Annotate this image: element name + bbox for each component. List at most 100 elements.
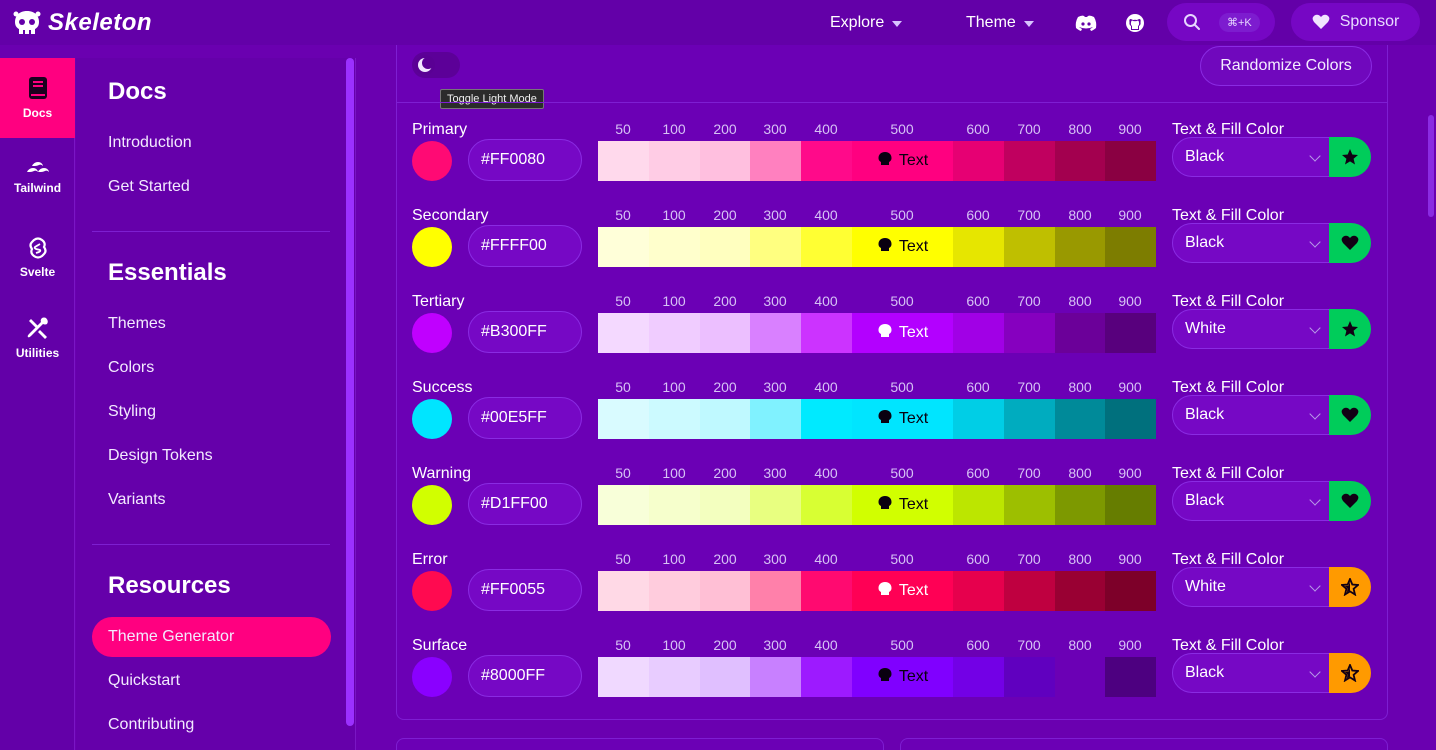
shade-swatch [750, 141, 801, 181]
page-scrollbar[interactable] [1428, 115, 1434, 217]
shade-swatch [1105, 313, 1156, 353]
hex-input[interactable]: #8000FF [468, 655, 582, 697]
shade-swatch [598, 227, 649, 267]
theme-menu[interactable]: Theme [966, 0, 1034, 45]
color-picker-swatch[interactable] [412, 399, 452, 439]
chevron-down-icon [1309, 150, 1321, 162]
hex-input[interactable]: #B300FF [468, 311, 582, 353]
sponsor-button[interactable]: Sponsor [1291, 3, 1420, 41]
explore-menu[interactable]: Explore [830, 0, 903, 45]
shade-label: 50 [615, 637, 631, 653]
fill-color-button[interactable] [1329, 137, 1371, 177]
chevron-down-icon [892, 20, 903, 27]
shade-label: 100 [662, 551, 686, 567]
text-color-select[interactable]: Black [1172, 137, 1330, 177]
shade-label: 200 [713, 551, 737, 567]
fill-color-button[interactable] [1329, 309, 1371, 349]
shade-swatch [1105, 399, 1156, 439]
text-color-select[interactable]: Black [1172, 223, 1330, 263]
shade-swatch [1105, 571, 1156, 611]
chevron-down-icon [1309, 236, 1321, 248]
text-color-select[interactable]: White [1172, 567, 1330, 607]
sample-text: Text [898, 410, 929, 427]
shade-label: 400 [814, 637, 838, 653]
hex-input[interactable]: #FFFF00 [468, 225, 582, 267]
color-row-warning: Warning #D1FF00 50 100 200 300 400 500 600 700 800… [0, 465, 1436, 551]
app-name: Skeleton [48, 8, 153, 36]
shade-swatch [801, 657, 852, 697]
text-color-select[interactable]: White [1172, 309, 1330, 349]
sample-text: Text [898, 238, 929, 255]
shade-swatch [700, 485, 750, 525]
selected-text-color: Black [1185, 664, 1225, 681]
skull-icon [877, 495, 893, 516]
shade-label: 700 [1017, 121, 1041, 137]
shade-swatch [953, 313, 1004, 353]
discord-icon[interactable] [1073, 10, 1099, 36]
shade-label: 800 [1068, 637, 1092, 653]
fill-color-button[interactable] [1329, 653, 1371, 693]
shade-label: 50 [615, 551, 631, 567]
color-row-tertiary: Tertiary #B300FF 50 100 200 300 400 500 600 700 80… [0, 293, 1436, 379]
shade-swatch [598, 485, 649, 525]
selected-text-color: White [1185, 578, 1226, 595]
text-color-select[interactable]: Black [1172, 481, 1330, 521]
shade-swatch [1004, 485, 1055, 525]
shade-swatch [649, 141, 700, 181]
color-picker-swatch[interactable] [412, 485, 452, 525]
shade-label: 800 [1068, 551, 1092, 567]
shade-label: 200 [713, 207, 737, 223]
shade-label: 900 [1118, 207, 1142, 223]
color-picker-swatch[interactable] [412, 571, 452, 611]
selected-text-color: Black [1185, 406, 1225, 423]
shade-swatch [700, 313, 750, 353]
fill-color-button[interactable] [1329, 395, 1371, 435]
light-mode-toggle[interactable] [412, 52, 460, 78]
sample-text: Text [898, 496, 929, 513]
hex-input[interactable]: #FF0080 [468, 139, 582, 181]
shade-label: 300 [763, 551, 787, 567]
search-shortcut: ⌘+K [1219, 12, 1260, 32]
shade-label: 900 [1118, 551, 1142, 567]
logo[interactable]: Skeleton [12, 8, 152, 38]
search-button[interactable]: ⌘+K [1167, 3, 1275, 41]
github-icon[interactable] [1122, 10, 1148, 36]
color-name: Success [412, 379, 473, 396]
skull-icon [877, 667, 893, 688]
shade-label: 100 [662, 293, 686, 309]
text-color-select[interactable]: Black [1172, 395, 1330, 435]
heart-icon [1341, 235, 1359, 251]
shade-label: 200 [713, 379, 737, 395]
color-picker-swatch[interactable] [412, 227, 452, 267]
shade-swatch [598, 571, 649, 611]
hex-input[interactable]: #00E5FF [468, 397, 582, 439]
shade-500-preview: Text [852, 657, 953, 697]
fill-color-button[interactable] [1329, 223, 1371, 263]
explore-label: Explore [830, 13, 885, 31]
shade-label: 600 [966, 551, 990, 567]
shade-label: 600 [966, 465, 990, 481]
bottom-card-left [396, 738, 884, 750]
hex-input[interactable]: #D1FF00 [468, 483, 582, 525]
color-picker-swatch[interactable] [412, 313, 452, 353]
fill-color-button[interactable] [1329, 481, 1371, 521]
color-name: Warning [412, 465, 471, 482]
color-name: Secondary [412, 207, 489, 224]
color-picker-swatch[interactable] [412, 657, 452, 697]
shade-label: 900 [1118, 465, 1142, 481]
shade-swatch [953, 141, 1004, 181]
color-picker-swatch[interactable] [412, 141, 452, 181]
hex-input[interactable]: #FF0055 [468, 569, 582, 611]
randomize-colors-button[interactable]: Randomize Colors [1200, 46, 1372, 86]
sample-text: Text [898, 668, 929, 685]
sample-text: Text [898, 324, 929, 341]
skull-icon [877, 323, 893, 344]
sample-text: Text [898, 152, 929, 169]
shade-swatch [750, 313, 801, 353]
shade-swatch [1004, 399, 1055, 439]
fill-color-button[interactable] [1329, 567, 1371, 607]
shade-label: 700 [1017, 207, 1041, 223]
skull-icon [877, 409, 893, 430]
shade-swatch [598, 399, 649, 439]
text-color-select[interactable]: Black [1172, 653, 1330, 693]
